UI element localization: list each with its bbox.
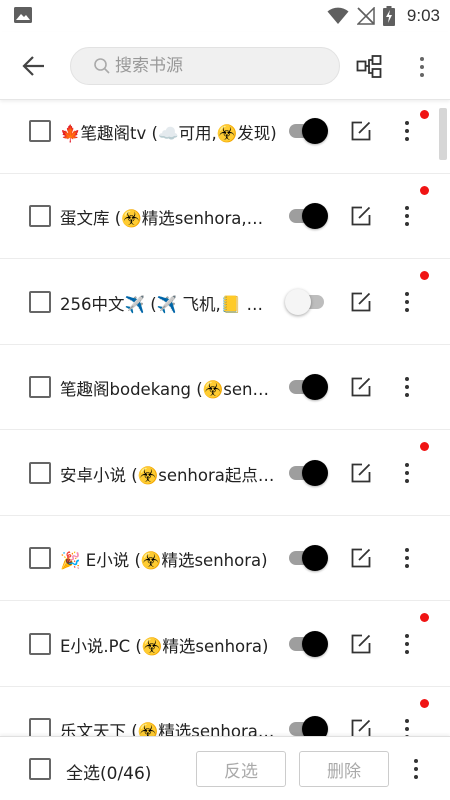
source-name: 🎉 E小说 (☣️精选senhora)	[60, 551, 268, 571]
more-vertical-icon	[405, 206, 409, 227]
select-all-label[interactable]: 全选(0/46)	[66, 759, 151, 784]
source-checkbox[interactable]	[29, 632, 51, 655]
more-vertical-icon	[420, 57, 424, 77]
source-row[interactable]: 🍁笔趣阁tv (☁️可用,☣️发现)	[0, 100, 450, 174]
source-more-button[interactable]	[398, 374, 416, 400]
source-checkbox[interactable]	[29, 376, 51, 399]
battery-charging-icon	[382, 6, 395, 26]
source-enable-switch[interactable]	[285, 288, 330, 315]
source-more-button[interactable]	[398, 716, 416, 736]
status-bar: 9:03	[0, 0, 450, 32]
source-row[interactable]: 乐文天下 (☣️精选senhora,发现)	[0, 687, 450, 736]
source-name: 256中文✈️ (✈️ 飞机,📒 书架)	[60, 294, 278, 314]
source-name: 安卓小说 (☣️senhora起点榜)	[60, 465, 278, 485]
source-name: E小说.PC (☣️精选senhora)	[60, 636, 269, 656]
update-dot	[420, 271, 429, 280]
source-enable-switch[interactable]	[288, 459, 330, 486]
no-signal-icon	[356, 7, 375, 25]
source-checkbox[interactable]	[29, 205, 51, 228]
bottom-more-button[interactable]	[406, 756, 426, 782]
group-icon	[356, 55, 382, 78]
source-more-button[interactable]	[398, 545, 416, 571]
more-options-button[interactable]	[410, 52, 434, 82]
source-enable-switch[interactable]	[288, 545, 330, 572]
image-icon	[14, 7, 32, 23]
update-dot	[420, 698, 429, 708]
edit-icon[interactable]	[350, 291, 372, 313]
source-list: 🍁笔趣阁tv (☁️可用,☣️发现) 蛋文库 (☣️精选senhora,发现)	[0, 100, 450, 736]
wifi-icon	[327, 7, 349, 24]
delete-button[interactable]: 删除	[299, 751, 389, 787]
more-vertical-icon	[405, 120, 409, 141]
back-button[interactable]	[18, 52, 50, 80]
switch-thumb	[302, 545, 328, 572]
switch-thumb	[302, 117, 328, 144]
source-row[interactable]: 🎉 E小说 (☣️精选senhora)	[0, 516, 450, 601]
more-vertical-icon	[405, 291, 409, 312]
source-enable-switch[interactable]	[288, 374, 330, 401]
search-input[interactable]	[115, 56, 315, 76]
source-row[interactable]: 256中文✈️ (✈️ 飞机,📒 书架)	[0, 259, 450, 345]
select-all-checkbox[interactable]	[29, 758, 51, 780]
source-checkbox[interactable]	[29, 547, 51, 570]
source-more-button[interactable]	[398, 203, 416, 229]
source-enable-switch[interactable]	[288, 630, 330, 657]
source-name: 笔趣阁bodekang (☣️senhora)	[60, 380, 278, 400]
source-enable-switch[interactable]	[288, 716, 330, 736]
update-dot	[420, 613, 429, 622]
source-enable-switch[interactable]	[288, 203, 330, 230]
switch-thumb	[302, 459, 328, 486]
search-box[interactable]	[70, 47, 340, 85]
edit-icon[interactable]	[350, 547, 372, 569]
source-more-button[interactable]	[398, 631, 416, 657]
source-more-button[interactable]	[398, 460, 416, 486]
source-checkbox[interactable]	[29, 290, 51, 313]
more-vertical-icon	[414, 759, 418, 779]
source-row[interactable]: 笔趣阁bodekang (☣️senhora)	[0, 345, 450, 430]
edit-icon[interactable]	[350, 376, 372, 398]
source-checkbox[interactable]	[29, 718, 51, 736]
switch-thumb	[302, 630, 328, 657]
invert-selection-button[interactable]: 反选	[196, 751, 286, 787]
switch-thumb	[302, 374, 328, 401]
toolbar	[0, 32, 450, 100]
source-name: 蛋文库 (☣️精选senhora,发现)	[60, 209, 278, 229]
more-vertical-icon	[405, 462, 409, 483]
clock: 9:03	[406, 6, 440, 25]
source-name: 乐文天下 (☣️精选senhora,发现)	[60, 722, 278, 736]
source-more-button[interactable]	[398, 289, 416, 315]
update-dot	[420, 185, 429, 195]
update-dot	[420, 110, 429, 119]
arrow-left-icon	[22, 56, 44, 76]
source-more-button[interactable]	[398, 118, 416, 144]
update-dot	[420, 442, 429, 451]
edit-icon[interactable]	[350, 120, 372, 142]
bottom-bar: 全选(0/46) 反选 删除	[0, 736, 450, 800]
edit-icon[interactable]	[350, 718, 372, 736]
more-vertical-icon	[405, 719, 409, 736]
source-checkbox[interactable]	[29, 119, 51, 142]
more-vertical-icon	[405, 633, 409, 654]
source-row[interactable]: 安卓小说 (☣️senhora起点榜)	[0, 430, 450, 516]
more-vertical-icon	[405, 548, 409, 569]
switch-thumb	[302, 203, 328, 230]
search-icon	[94, 58, 110, 74]
scrollbar[interactable]	[439, 108, 447, 160]
source-name: 🍁笔趣阁tv (☁️可用,☣️发现)	[60, 123, 277, 143]
edit-icon[interactable]	[350, 462, 372, 484]
source-checkbox[interactable]	[29, 461, 51, 484]
switch-thumb	[302, 716, 328, 736]
source-row[interactable]: E小说.PC (☣️精选senhora)	[0, 601, 450, 687]
source-enable-switch[interactable]	[288, 117, 330, 144]
group-button[interactable]	[354, 52, 384, 82]
edit-icon[interactable]	[350, 205, 372, 227]
edit-icon[interactable]	[350, 633, 372, 655]
more-vertical-icon	[405, 377, 409, 398]
switch-thumb	[285, 288, 311, 315]
source-row[interactable]: 蛋文库 (☣️精选senhora,发现)	[0, 174, 450, 259]
